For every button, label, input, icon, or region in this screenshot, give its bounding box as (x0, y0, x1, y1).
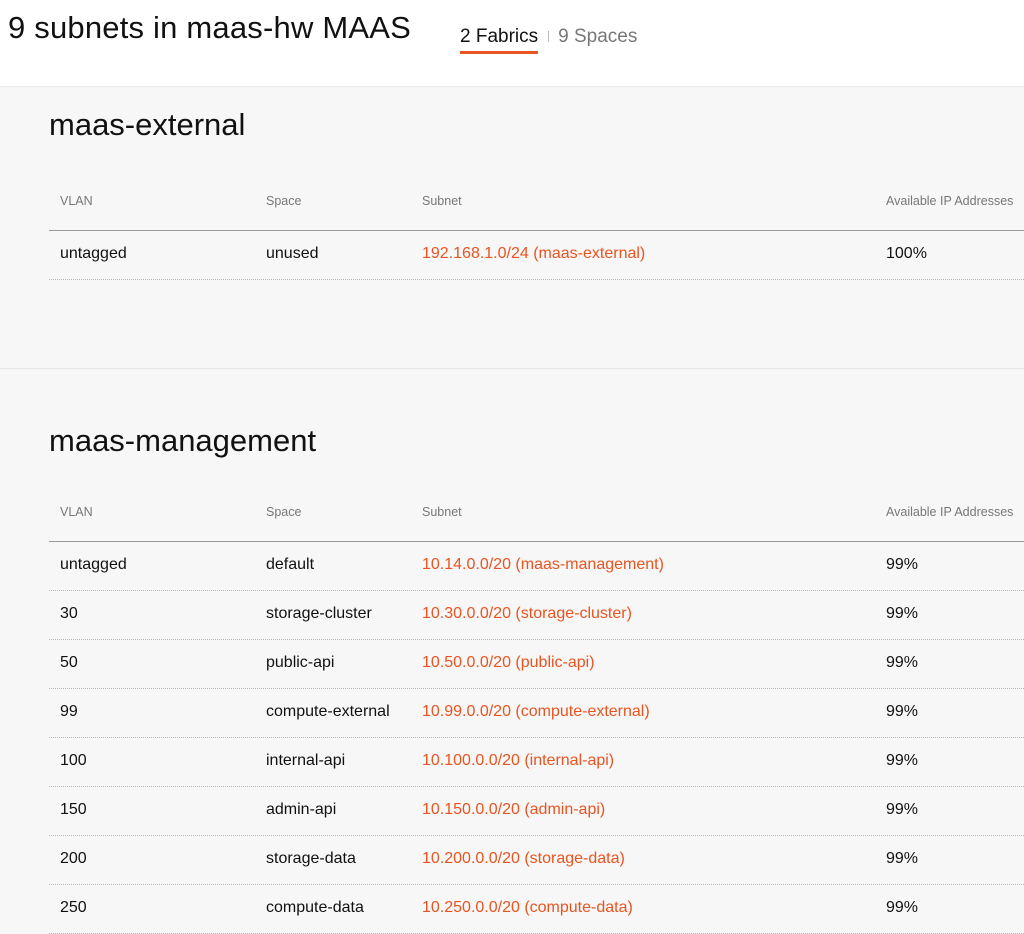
vlan-cell: 250 (60, 899, 87, 916)
subnet-link[interactable]: 10.100.0.0/20 (internal-api) (422, 752, 614, 770)
space-cell: public-api (266, 654, 335, 671)
subnet-link[interactable]: 10.30.0.0/20 (storage-cluster) (422, 605, 632, 623)
vlan-cell: 100 (60, 752, 87, 769)
tab-bar: 2 Fabrics 9 Spaces (460, 26, 637, 56)
subnet-link[interactable]: 10.14.0.0/20 (maas-management) (422, 556, 664, 574)
space-cell: internal-api (266, 752, 346, 769)
column-header-space: Space (266, 505, 302, 519)
available-ips-cell: 99% (886, 850, 919, 867)
table-row: 99 compute-external 10.99.0.0/20 (comput… (49, 689, 1024, 738)
fabric-title: maas-external (49, 107, 246, 142)
subnets-table: VLAN Space Subnet Available IP Addresses… (49, 494, 1024, 934)
column-header-subnet: Subnet (422, 194, 462, 208)
fabric-title: maas-management (49, 423, 317, 458)
space-cell: admin-api (266, 801, 337, 818)
vlan-cell: 200 (60, 850, 87, 867)
subnet-link[interactable]: 192.168.1.0/24 (maas-external) (422, 245, 645, 263)
tab-fabrics[interactable]: 2 Fabrics (460, 26, 539, 54)
column-header-subnet: Subnet (422, 505, 462, 519)
vlan-cell: 30 (60, 605, 78, 622)
table-row: 250 compute-data 10.250.0.0/20 (compute-… (49, 885, 1024, 934)
column-header-space: Space (266, 194, 302, 208)
table-row: 30 storage-cluster 10.30.0.0/20 (storage… (49, 591, 1024, 640)
space-cell: unused (266, 245, 319, 262)
subnet-link[interactable]: 10.50.0.0/20 (public-api) (422, 654, 595, 672)
table-row: 150 admin-api 10.150.0.0/20 (admin-api) … (49, 787, 1024, 836)
table-header: VLAN Space Subnet Available IP Addresses (49, 183, 1024, 231)
table-row: untagged unused 192.168.1.0/24 (maas-ext… (49, 231, 1024, 280)
subnet-link[interactable]: 10.200.0.0/20 (storage-data) (422, 850, 625, 868)
available-ips-cell: 99% (886, 752, 919, 769)
table-header: VLAN Space Subnet Available IP Addresses (49, 494, 1024, 542)
available-ips-cell: 99% (886, 556, 919, 573)
available-ips-cell: 99% (886, 605, 919, 622)
page-header: 9 subnets in maas-hw MAAS 2 Fabrics 9 Spa… (0, 0, 1024, 87)
space-cell: storage-cluster (266, 605, 372, 622)
subnet-link[interactable]: 10.250.0.0/20 (compute-data) (422, 899, 633, 917)
table-row: untagged default 10.14.0.0/20 (maas-mana… (49, 542, 1024, 591)
table-row: 100 internal-api 10.100.0.0/20 (internal… (49, 738, 1024, 787)
available-ips-cell: 99% (886, 899, 919, 916)
space-cell: storage-data (266, 850, 356, 867)
table-row: 200 storage-data 10.200.0.0/20 (storage-… (49, 836, 1024, 885)
column-header-vlan: VLAN (60, 505, 93, 519)
vlan-cell: 50 (60, 654, 78, 671)
column-header-vlan: VLAN (60, 194, 93, 208)
subnets-table: VLAN Space Subnet Available IP Addresses… (49, 183, 1024, 280)
tab-separator (548, 31, 550, 43)
tab-spaces[interactable]: 9 Spaces (558, 26, 637, 48)
available-ips-cell: 99% (886, 801, 919, 818)
space-cell: compute-external (266, 703, 390, 720)
fabric-section-maas-management: maas-management VLAN Space Subnet Availa… (0, 370, 1024, 934)
subnet-link[interactable]: 10.150.0.0/20 (admin-api) (422, 801, 605, 819)
table-row: 50 public-api 10.50.0.0/20 (public-api) … (49, 640, 1024, 689)
space-cell: default (266, 556, 315, 573)
subnet-link[interactable]: 10.99.0.0/20 (compute-external) (422, 703, 650, 721)
vlan-cell: 99 (60, 703, 78, 720)
space-cell: compute-data (266, 899, 364, 916)
column-header-available-ips: Available IP Addresses (886, 505, 1014, 519)
available-ips-cell: 99% (886, 703, 919, 720)
available-ips-cell: 100% (886, 245, 927, 262)
column-header-available-ips: Available IP Addresses (886, 194, 1014, 208)
fabric-section-maas-external: maas-external VLAN Space Subnet Availabl… (0, 88, 1024, 369)
vlan-cell: 150 (60, 801, 87, 818)
vlan-cell: untagged (60, 556, 127, 573)
page-title: 9 subnets in maas-hw MAAS (8, 10, 412, 45)
available-ips-cell: 99% (886, 654, 919, 671)
vlan-cell: untagged (60, 245, 127, 262)
